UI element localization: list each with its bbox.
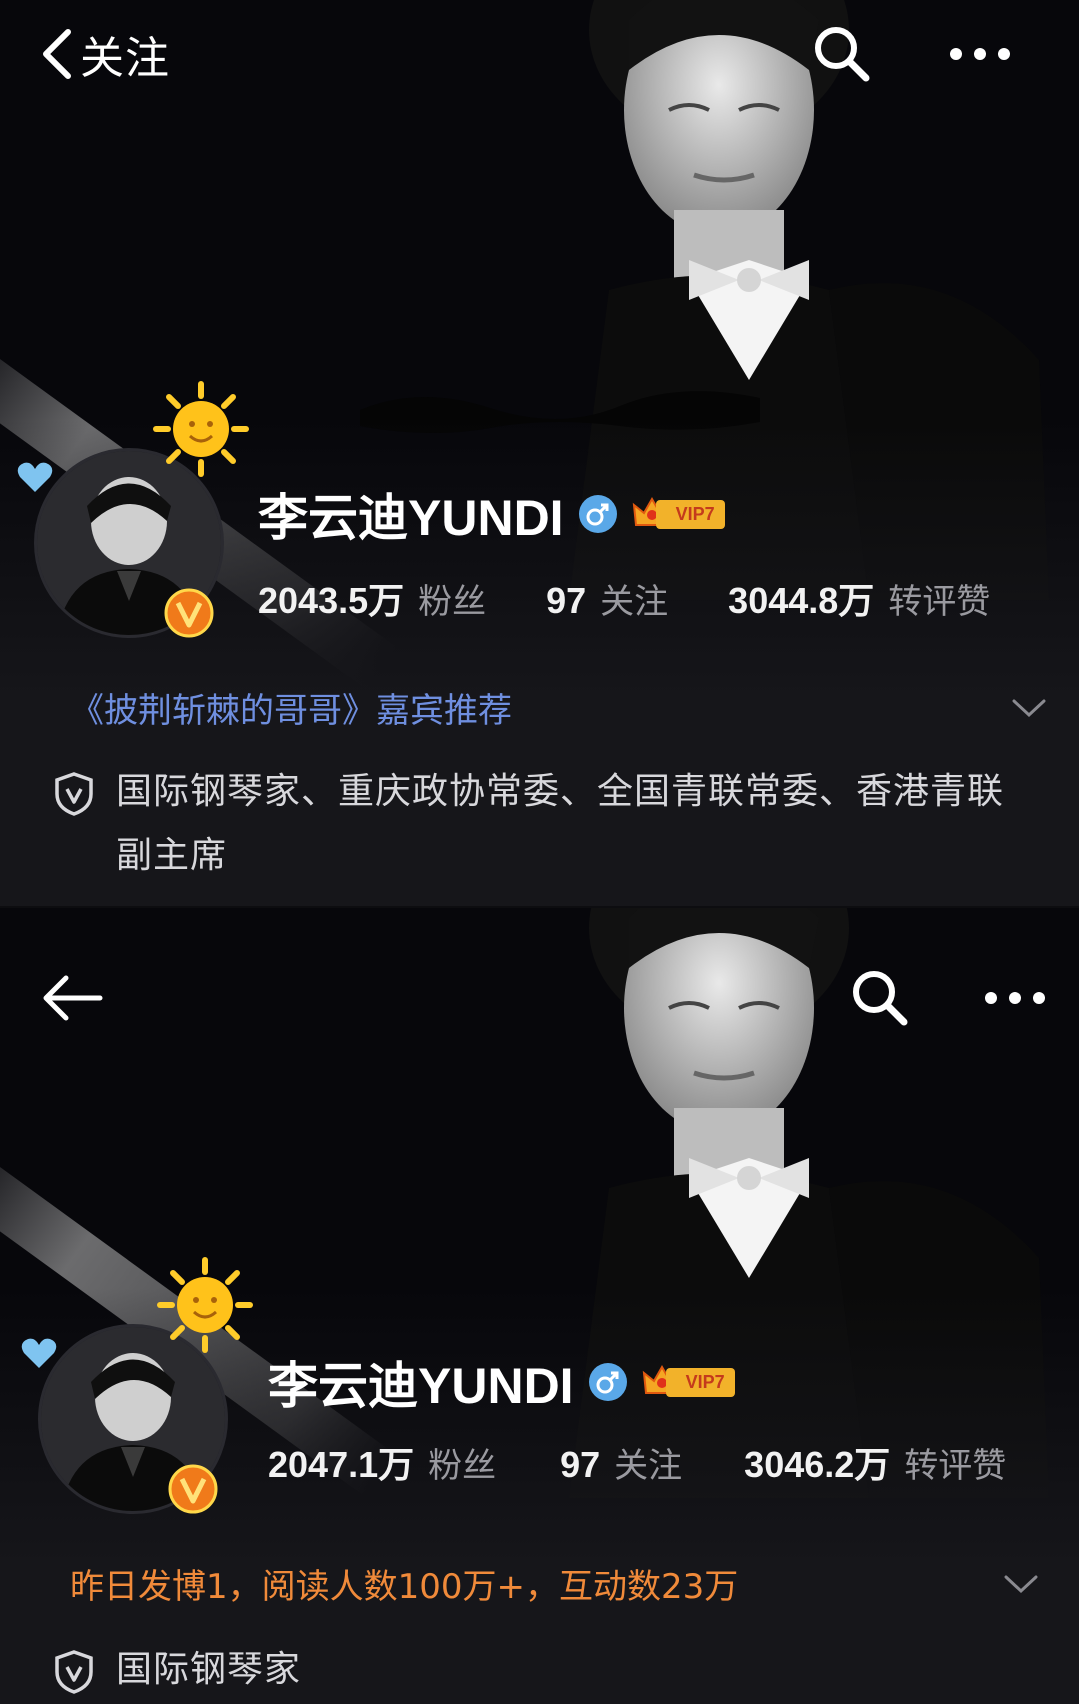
stat-label: 转评赞	[904, 1446, 1007, 1486]
promo-text[interactable]: 昨日发博1，阅读人数100万+，互动数23万	[70, 1559, 738, 1608]
stat-label: 粉丝	[428, 1446, 497, 1486]
shield-v-icon	[55, 1650, 93, 1694]
stat-label: 粉丝	[418, 582, 487, 622]
top-nav-bar	[0, 958, 1079, 1038]
more-button[interactable]	[940, 24, 1020, 84]
avatar-group[interactable]	[17, 381, 249, 638]
profile-screenshot-2: 李云迪YUNDI VIP7 2047.1万 粉丝 97 关注 3046.2万 转…	[0, 908, 1079, 1704]
more-button[interactable]	[975, 968, 1055, 1028]
heart-badge-icon	[21, 1338, 57, 1368]
more-icon	[950, 48, 1010, 60]
stat-value: 2043.5万	[258, 580, 405, 621]
chevron-down-icon[interactable]	[1012, 698, 1046, 718]
verification-text: 国际钢琴家、重庆政协常委、全国青联常委、香港青联副主席	[116, 771, 1005, 876]
stat-value: 3044.8万	[728, 580, 875, 621]
chevron-down-icon[interactable]	[1004, 1574, 1038, 1594]
profile-name-row: 李云迪YUNDI VIP7	[268, 1346, 735, 1418]
stat-value: 3046.2万	[744, 1444, 891, 1485]
profile-name: 李云迪YUNDI	[258, 490, 564, 546]
search-button[interactable]	[850, 968, 910, 1028]
stat-label: 关注	[614, 1446, 683, 1486]
stat-interactions[interactable]: 3044.8万 转评赞	[728, 572, 990, 624]
back-arrow-icon	[43, 975, 103, 1021]
verified-v-icon	[168, 1464, 218, 1514]
stat-fans[interactable]: 2043.5万 粉丝	[258, 572, 486, 624]
male-icon	[578, 495, 617, 533]
back-label: 关注	[80, 33, 170, 84]
profile-screenshot-1: 关注 李云迪YUNDI VIP7 2043.5万 粉丝 97 关注 3044.8…	[0, 0, 1079, 906]
top-nav-bar: 关注	[0, 14, 1079, 94]
vip-level: VIP7	[665, 1367, 735, 1397]
search-button[interactable]	[812, 24, 872, 84]
stats-row: 2047.1万 粉丝 97 关注 3046.2万 转评赞	[268, 1436, 1006, 1488]
vip-badge[interactable]: VIP7	[632, 495, 725, 533]
heart-badge-icon	[17, 462, 53, 492]
stat-value: 97	[560, 1444, 601, 1485]
verification-text: 国际钢琴家	[116, 1649, 302, 1690]
stat-label: 转评赞	[888, 582, 991, 622]
verified-v-icon	[164, 588, 214, 638]
back-button[interactable]	[40, 966, 112, 1030]
sun-badge-icon	[157, 1257, 253, 1353]
stats-row: 2043.5万 粉丝 97 关注 3044.8万 转评赞	[258, 572, 990, 624]
stat-label: 关注	[600, 582, 669, 622]
male-icon	[588, 1363, 627, 1401]
promo-text[interactable]: 《披荆斩棘的哥哥》嘉宾推荐	[70, 683, 512, 732]
stat-value: 97	[546, 580, 587, 621]
stat-following[interactable]: 97 关注	[546, 574, 668, 623]
back-button[interactable]: 关注	[40, 22, 170, 86]
stat-interactions[interactable]: 3046.2万 转评赞	[744, 1436, 1006, 1488]
promo-row[interactable]: 《披荆斩棘的哥哥》嘉宾推荐	[0, 672, 1079, 742]
profile-name: 李云迪YUNDI	[268, 1358, 574, 1414]
sun-badge-icon	[153, 381, 249, 477]
promo-row[interactable]: 昨日发博1，阅读人数100万+，互动数23万	[0, 1548, 1079, 1618]
stat-value: 2047.1万	[268, 1444, 415, 1485]
shield-v-icon	[55, 772, 93, 816]
avatar-group[interactable]	[21, 1257, 253, 1514]
search-icon	[815, 27, 870, 82]
stat-fans[interactable]: 2047.1万 粉丝	[268, 1436, 496, 1488]
more-icon	[985, 992, 1045, 1004]
back-chevron-icon	[43, 29, 71, 79]
vip-badge[interactable]: VIP7	[642, 1363, 735, 1401]
stat-following[interactable]: 97 关注	[560, 1438, 682, 1487]
search-icon	[853, 971, 908, 1026]
vip-level: VIP7	[655, 499, 725, 529]
profile-name-row: 李云迪YUNDI VIP7	[258, 478, 725, 550]
